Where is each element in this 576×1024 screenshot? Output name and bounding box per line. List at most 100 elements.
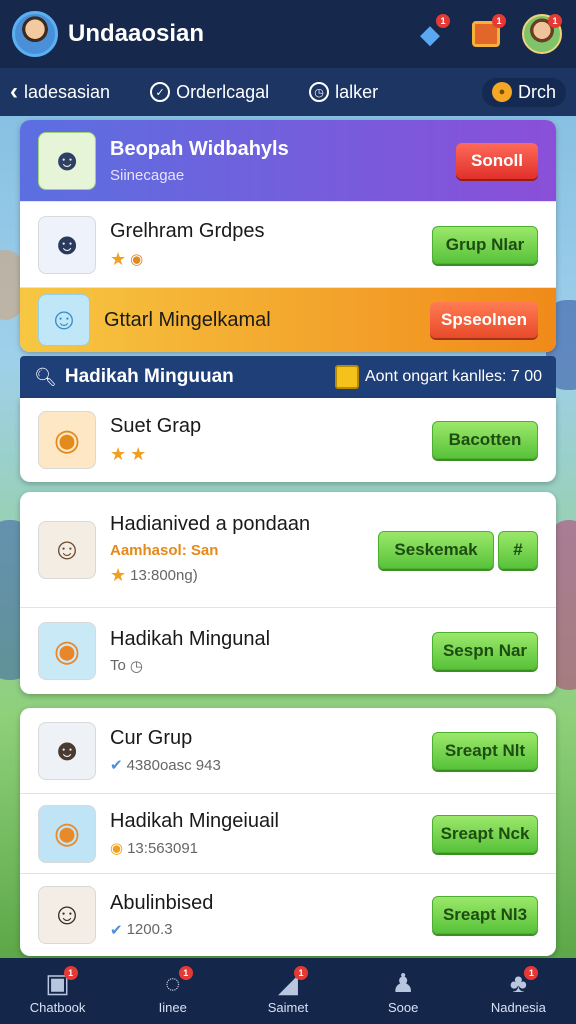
coin-label: Drch <box>517 81 556 102</box>
item-avatar: ☻ <box>38 721 96 780</box>
coin-icon: ◉ <box>130 251 144 268</box>
list-item[interactable]: ◉ Hadikah Mingunal To ◷ Sespn Nar <box>20 608 556 694</box>
section-header: 🔍︎ Hadikah Minguuan Aont ongart kanlles:… <box>20 356 556 398</box>
list-item[interactable]: ◉ Suet Grap ★ ★ Bacotten <box>20 398 556 482</box>
tab-chatbook[interactable]: ▣ Chatbook 1 <box>8 965 108 1015</box>
item-tag: Aamhasol: San <box>110 542 219 559</box>
star-icon: ★ <box>110 248 127 269</box>
item-avatar: ◉ <box>38 622 96 680</box>
tab-label: Iinee <box>158 999 187 1015</box>
list-card-3: ☻ Cur Grup ✔ 4380oasc 943 Sreapt Nlt ◉ H… <box>20 708 556 956</box>
item-action-button[interactable]: Seskemak <box>378 530 494 569</box>
nav-timer[interactable]: ◷ lalker <box>309 82 378 103</box>
item-extra-button[interactable]: # <box>498 530 538 569</box>
chevron-left-icon: ‹ <box>10 78 18 105</box>
item-avatar: ◉ <box>38 411 96 469</box>
section-info-text: Aont ongart kanlles: 7 00 <box>364 368 542 385</box>
group-avatar: ☻ <box>38 215 96 274</box>
tab-saimet[interactable]: ◢ Saimet 1 <box>238 965 338 1015</box>
list-item[interactable]: ☺ Hadianived a pondaan Aamhasol: San ★ 1… <box>20 492 556 608</box>
check-icon: ✓ <box>150 82 171 102</box>
join-group-button[interactable]: Grup Nlar <box>432 225 538 264</box>
list-item[interactable]: ◉ Hadikah Mingeiuail ◉ 13:563091 Sreapt … <box>20 794 556 874</box>
highlight-avatar: ☺ <box>38 294 90 346</box>
group-name: Grelhram Grdpes <box>110 219 265 242</box>
item-meta: 13:563091 <box>127 839 198 857</box>
tab-badge: 1 <box>293 965 308 980</box>
clock-icon: ◷ <box>129 657 143 675</box>
featured-action-button[interactable]: Sonoll <box>456 142 538 179</box>
highlight-action-button[interactable]: Spseolnen <box>430 302 538 338</box>
nav-orders-label: Orderlcagal <box>176 81 270 102</box>
tab-label: Chatbook <box>29 999 86 1015</box>
star-icon: ★ <box>110 444 127 464</box>
gift-box-icon <box>334 365 359 389</box>
tab-iinee[interactable]: ◌ Iinee 1 <box>123 965 223 1015</box>
nav-bar: ‹ ladesasian ✓ Orderlcagal ◷ lalker ● Dr… <box>0 68 576 116</box>
coin-pill[interactable]: ● Drch <box>481 77 566 107</box>
clock-icon: ◷ <box>309 82 330 102</box>
item-avatar: ☺ <box>38 886 96 944</box>
list-card-2: ☺ Hadianived a pondaan Aamhasol: San ★ 1… <box>20 492 556 694</box>
list-item[interactable]: ☻ Cur Grup ✔ 4380oasc 943 Sreapt Nlt <box>20 708 556 794</box>
check-icon: ✔ <box>110 921 123 939</box>
tab-badge: 1 <box>178 965 193 980</box>
item-action-button[interactable]: Sreapt Nck <box>432 814 538 853</box>
tab-label: Nadnesia <box>490 999 546 1015</box>
check-icon: ✔ <box>110 757 123 774</box>
highlight-name: Gttarl Mingelkamal <box>104 308 271 331</box>
item-name: Suet Grap <box>110 415 202 437</box>
item-name: Hadianived a pondaan <box>110 513 311 535</box>
item-action-button[interactable]: Bacotten <box>432 421 538 459</box>
nav-timer-label: lalker <box>335 81 379 102</box>
item-meta: 1200.3 <box>126 921 173 938</box>
item-meta: To <box>110 657 126 674</box>
item-action-button[interactable]: Sespn Nar <box>432 632 538 670</box>
item-name: Hadikah Mingeiuail <box>110 810 279 832</box>
item-meta: 4380oasc 943 <box>126 756 221 774</box>
list-card-1: ◉ Suet Grap ★ ★ Bacotten <box>20 398 556 482</box>
notification-bell-icon[interactable]: ◆ 1 <box>408 12 452 56</box>
back-label: ladesasian <box>24 81 111 102</box>
profile-badge: 1 <box>548 14 562 28</box>
group-row[interactable]: ☻ Grelhram Grdpes ★ ◉ Grup Nlar <box>20 202 556 288</box>
featured-name: Beopah Widbahyls <box>110 137 289 160</box>
featured-avatar: ☻ <box>38 131 96 190</box>
star-icon: ★ <box>130 444 147 464</box>
back-nav[interactable]: ‹ ladesasian <box>10 78 110 106</box>
item-name: Abulinbised <box>110 891 214 914</box>
highlight-row[interactable]: ☺ Gttarl Mingelkamal Spseolnen <box>20 288 556 352</box>
item-avatar: ☺ <box>38 520 96 579</box>
notification-badge: 1 <box>436 14 450 28</box>
tab-nadnesia[interactable]: ♣ Nadnesia 1 <box>468 965 568 1015</box>
person-icon: ♟ <box>391 967 415 998</box>
section-title: Hadikah Minguuan <box>64 366 234 387</box>
tab-sooe[interactable]: ♟ Sooe <box>353 968 453 1015</box>
item-action-button[interactable]: Sreapt Nlt <box>432 731 538 770</box>
search-icon: 🔍︎ <box>34 366 57 387</box>
star-icon: ★ <box>110 565 127 585</box>
nav-orders[interactable]: ✓ Orderlcagal <box>150 82 269 103</box>
top-header: Undaaosian ◆ 1 1 1 <box>0 0 576 68</box>
tab-label: Saimet <box>267 999 309 1015</box>
top-card: ☻ Beopah Widbahyls Siinecagae Sonoll ☻ G… <box>20 120 556 352</box>
item-meta: 13:800ng) <box>130 567 198 584</box>
item-avatar: ◉ <box>38 804 96 863</box>
tab-badge: 1 <box>63 965 78 980</box>
tab-badge: 1 <box>524 965 539 980</box>
item-name: Hadikah Mingunal <box>110 627 271 650</box>
gift-badge: 1 <box>492 14 506 28</box>
tab-label: Sooe <box>387 999 419 1015</box>
item-action-button[interactable]: Sreapt Nl3 <box>432 896 538 934</box>
coin-icon: ● <box>491 82 512 102</box>
user-avatar[interactable] <box>12 11 58 57</box>
gift-icon[interactable]: 1 <box>464 12 508 56</box>
list-item[interactable]: ☺ Abulinbised ✔ 1200.3 Sreapt Nl3 <box>20 874 556 956</box>
featured-subtitle: Siinecagae <box>110 166 185 184</box>
bottom-tab-bar: ▣ Chatbook 1 ◌ Iinee 1 ◢ Saimet 1 ♟ Sooe… <box>0 958 576 1024</box>
item-name: Cur Grup <box>110 727 193 749</box>
featured-row[interactable]: ☻ Beopah Widbahyls Siinecagae Sonoll <box>20 120 556 202</box>
app-title: Undaaosian <box>68 20 205 47</box>
profile-icon[interactable]: 1 <box>520 12 564 56</box>
coin-icon: ◉ <box>110 840 124 857</box>
